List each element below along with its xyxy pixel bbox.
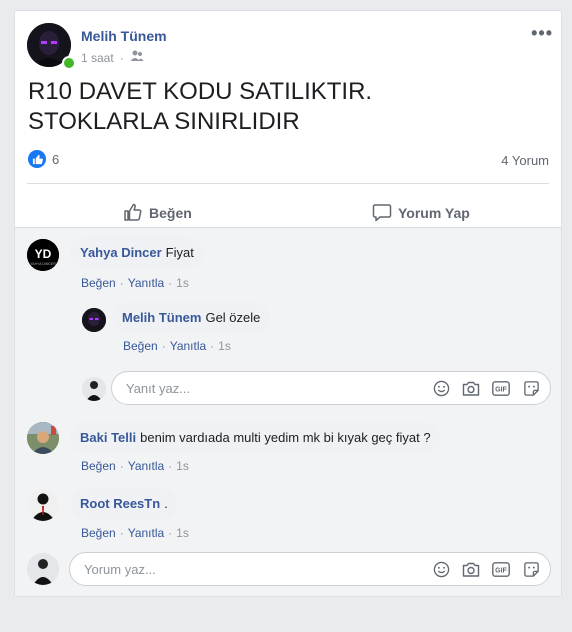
reply-bubble: Melih Tünem Gel özele [112,302,271,334]
commenter-avatar[interactable] [27,489,59,521]
separator: · [210,339,215,353]
comment-actions: Beğen · Yanıtla · 1s [81,526,189,540]
comment-text: Fiyat [165,245,194,260]
emoji-icon[interactable] [432,560,450,578]
svg-text:YD: YD [35,247,52,261]
current-user-avatar[interactable] [82,377,106,401]
commenter-avatar[interactable] [27,422,59,454]
comment-input-box: GIF [69,552,551,586]
sticker-icon[interactable] [522,560,540,578]
svg-text:YAHYA DINCER: YAHYA DINCER [30,262,56,266]
commenter-name[interactable]: Baki Telli [80,430,136,445]
reply-input-box: GIF [111,371,551,405]
comment-bubble: Baki Telli benim vardıada multi yedim mk … [70,422,441,454]
comment-time[interactable]: 1s [176,276,189,290]
svg-text:GIF: GIF [495,567,507,574]
svg-text:GIF: GIF [495,386,507,393]
post-time[interactable]: 1 saat [81,51,114,65]
comments-count[interactable]: 4 Yorum [501,153,549,168]
reply-reply-link[interactable]: Yanıtla [170,339,206,353]
comment-actions: Beğen · Yanıtla · 1s [81,459,189,473]
divider [15,227,561,228]
reactions-summary[interactable]: 6 [28,150,59,168]
comment-like-link[interactable]: Beğen [81,526,116,540]
like-button-label: Beğen [149,205,192,221]
separator: · [119,276,124,290]
separator: · [119,459,124,473]
separator: · [119,526,124,540]
camera-icon[interactable] [462,560,480,578]
comment-reply-link[interactable]: Yanıtla [128,276,164,290]
comment-time[interactable]: 1s [176,526,189,540]
emoji-icon[interactable] [432,379,450,397]
comment-like-link[interactable]: Beğen [81,459,116,473]
commenter-name[interactable]: Yahya Dincer [80,245,162,260]
comment-reply-link[interactable]: Yanıtla [128,459,164,473]
like-count: 6 [52,151,60,167]
thumbs-up-icon [123,202,143,225]
separator: · [168,526,173,540]
comment-button[interactable]: Yorum Yap [372,195,470,231]
gif-icon[interactable]: GIF [492,560,510,578]
separator: · [168,276,173,290]
reply-author-name[interactable]: Melih Tünem [122,310,201,325]
online-indicator [62,56,76,70]
current-user-avatar[interactable] [27,553,59,585]
commenter-avatar[interactable]: YD YAHYA DINCER [27,239,59,271]
friends-privacy-icon[interactable] [130,50,144,65]
separator: · [161,339,166,353]
comment-text: . [164,496,168,511]
post-card: Melih Tünem 1 saat · ••• R10 DAVET KODU … [14,10,562,597]
more-options-icon[interactable]: ••• [531,23,553,44]
reply-like-link[interactable]: Beğen [123,339,158,353]
comment-like-link[interactable]: Beğen [81,276,116,290]
like-button[interactable]: Beğen [123,195,192,231]
post-text: R10 DAVET KODU SATILIKTIR. STOKLARLA SIN… [28,77,548,137]
post-meta: 1 saat · [81,50,144,65]
comment-time[interactable]: 1s [176,459,189,473]
comment-reply-link[interactable]: Yanıtla [128,526,164,540]
reply-avatar[interactable] [82,308,106,332]
post-text-line: R10 DAVET KODU SATILIKTIR. [28,78,373,105]
separator: · [168,459,173,473]
sticker-icon[interactable] [522,379,540,397]
comment-bubble: Root ReesTn. [70,488,178,520]
comment-bubble: Yahya Dincer Fiyat [70,237,204,269]
reply-text: Gel özele [205,310,261,325]
reply-time[interactable]: 1s [218,339,231,353]
author-name[interactable]: Melih Tünem [81,28,167,44]
comment-button-label: Yorum Yap [398,205,470,221]
comment-input[interactable] [82,560,432,578]
camera-icon[interactable] [462,379,480,397]
comment-text: benim vardıada multi yedim mk bi kıyak g… [140,430,431,445]
comment-actions: Beğen · Yanıtla · 1s [81,276,189,290]
input-tools: GIF [432,560,540,578]
comment-bubble-icon [372,202,392,225]
reply-actions: Beğen · Yanıtla · 1s [123,339,231,353]
like-reaction-icon [28,150,46,168]
meta-separator: · [119,50,124,65]
reply-input[interactable] [124,379,432,397]
post-text-line: STOKLARLA SINIRLIDIR [28,108,300,135]
divider [27,183,549,184]
input-tools: GIF [432,379,540,397]
commenter-name[interactable]: Root ReesTn [80,496,160,511]
gif-icon[interactable]: GIF [492,379,510,397]
